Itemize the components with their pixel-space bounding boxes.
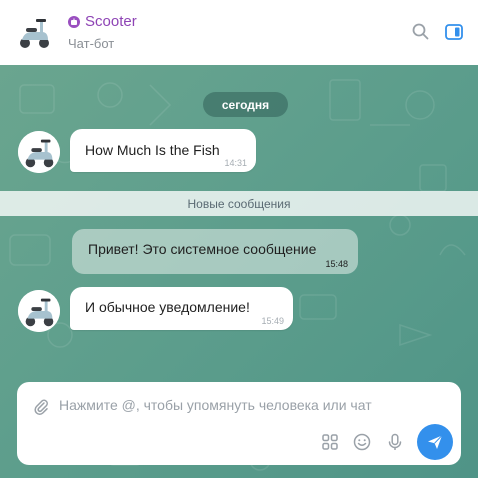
bot-subtitle: Чат-бот <box>68 36 115 51</box>
message-time: 15:49 <box>261 316 284 326</box>
scooter-avatar-image <box>12 10 56 54</box>
avatar[interactable] <box>18 290 60 332</box>
message-time: 15:48 <box>325 259 348 269</box>
chat-header: Scooter Чат-бот <box>0 0 478 65</box>
avatar[interactable] <box>18 131 60 173</box>
scooter-avatar-image <box>18 131 60 173</box>
avatar[interactable] <box>12 10 56 54</box>
send-icon <box>428 435 443 449</box>
send-button[interactable] <box>417 424 453 460</box>
chat-background: сегодня How Much Is the Fish 14:31 Новые… <box>0 65 478 478</box>
message-input[interactable] <box>59 392 439 418</box>
message-time: 14:31 <box>224 158 247 168</box>
emoji-icon[interactable] <box>352 432 372 452</box>
bot-name[interactable]: Scooter <box>85 13 137 30</box>
message-text: How Much Is the Fish <box>85 142 220 158</box>
bot-icon <box>68 15 80 28</box>
message-composer <box>17 382 461 465</box>
message-bubble[interactable]: И обычное уведомление! 15:49 <box>70 287 293 330</box>
panel-toggle-icon[interactable] <box>444 22 464 42</box>
message-text: Привет! Это системное сообщение <box>88 241 317 257</box>
date-separator: сегодня <box>203 92 288 117</box>
new-messages-divider: Новые сообщения <box>0 191 478 216</box>
chat-window: Scooter Чат-бот сегодня How Much Is the … <box>0 0 478 478</box>
microphone-icon[interactable] <box>385 432 405 452</box>
scooter-avatar-image <box>18 290 60 332</box>
search-icon[interactable] <box>411 22 431 42</box>
system-message[interactable]: Привет! Это системное сообщение 15:48 <box>72 229 358 274</box>
message-bubble[interactable]: How Much Is the Fish 14:31 <box>70 129 256 172</box>
apps-icon[interactable] <box>320 432 340 452</box>
message-text: И обычное уведомление! <box>85 299 250 315</box>
bot-title-row: Scooter <box>68 13 137 30</box>
attach-icon[interactable] <box>32 398 50 416</box>
